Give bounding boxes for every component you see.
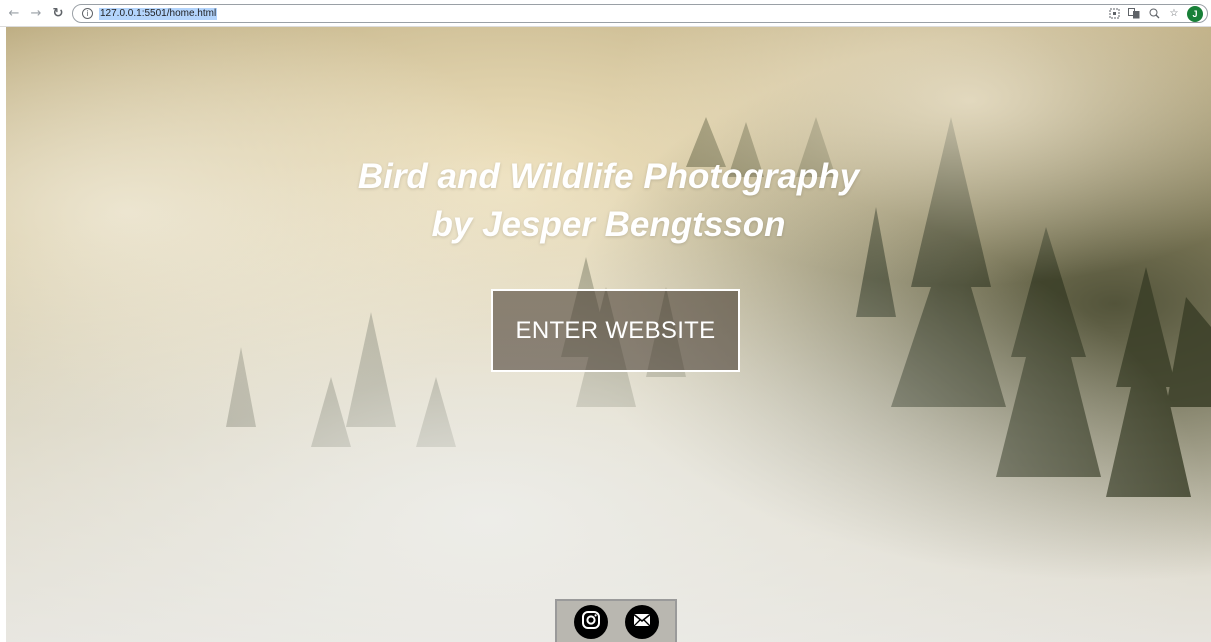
screen-capture-icon[interactable]: [1107, 7, 1121, 21]
email-link[interactable]: [624, 605, 659, 639]
forward-arrow-icon[interactable]: →: [28, 5, 44, 21]
browser-toolbar: ← → ↻ i 127.0.0.1:5501/home.html ☆ J: [0, 0, 1211, 27]
page-title: Bird and Wildlife Photography by Jesper …: [6, 153, 1211, 249]
address-url[interactable]: 127.0.0.1:5501/home.html: [99, 7, 218, 20]
home-page: Bird and Wildlife Photography by Jesper …: [6, 27, 1211, 642]
mail-icon: [632, 613, 651, 632]
translate-icon[interactable]: [1127, 7, 1141, 21]
back-arrow-icon[interactable]: ←: [6, 5, 22, 21]
address-bar-actions: ☆ J: [1107, 5, 1203, 22]
instagram-link[interactable]: [573, 605, 608, 639]
social-links-bar: [555, 599, 677, 642]
bookmark-star-icon[interactable]: ☆: [1167, 7, 1181, 21]
enter-website-button[interactable]: ENTER WEBSITE: [491, 289, 740, 372]
instagram-icon: [581, 610, 601, 635]
address-bar[interactable]: i 127.0.0.1:5501/home.html ☆ J: [72, 4, 1208, 23]
profile-avatar[interactable]: J: [1187, 5, 1203, 22]
title-line-2: by Jesper Bengtsson: [431, 205, 786, 244]
zoom-icon[interactable]: [1147, 7, 1161, 21]
title-line-1: Bird and Wildlife Photography: [357, 157, 860, 196]
site-info-icon[interactable]: i: [82, 8, 93, 19]
reload-icon[interactable]: ↻: [50, 5, 66, 21]
